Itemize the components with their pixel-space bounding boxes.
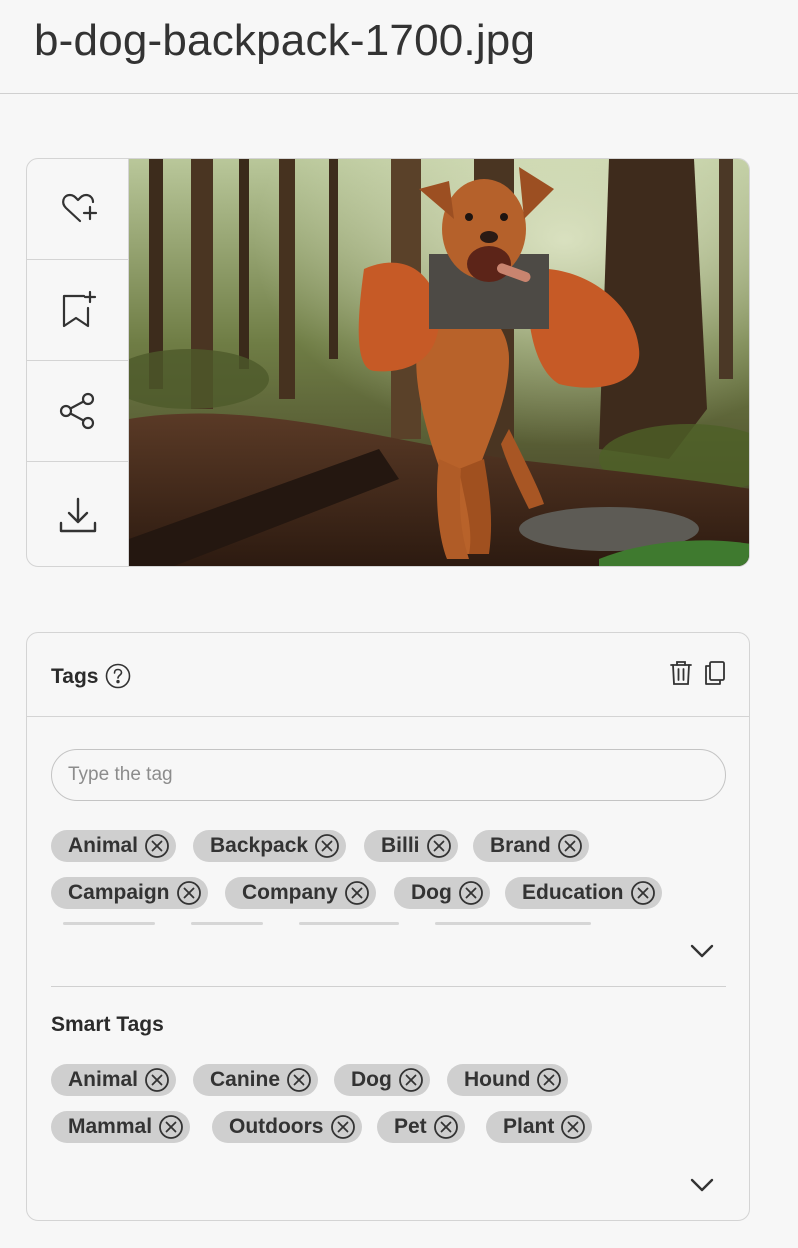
asset-image (129, 159, 749, 566)
tag-chip[interactable]: Billi (364, 830, 458, 862)
remove-tag-close-icon[interactable] (426, 833, 452, 859)
tag-chip[interactable]: Education (505, 877, 662, 909)
tag-chip[interactable]: Backpack (193, 830, 347, 862)
tag-chip[interactable]: Company (225, 877, 376, 909)
file-title: b-dog-backpack-1700.jpg (34, 16, 536, 65)
tag-chip-label: Education (522, 881, 624, 904)
smart-tag-chip[interactable]: Hound (447, 1064, 569, 1096)
smart-tag-chip[interactable]: Pet (377, 1111, 465, 1143)
tags-panel: Tags Animal Backpack Billi Brand Campaign Com… (26, 632, 750, 1221)
tag-chip-label: Dog (411, 881, 452, 904)
tag-chip-label: Campaign (68, 881, 170, 904)
trash-icon[interactable] (668, 659, 694, 687)
tag-chip[interactable]: Animal (51, 830, 177, 862)
heart-plus-icon (62, 193, 98, 223)
smart-tag-chip[interactable]: Dog (334, 1064, 430, 1096)
action-rail (27, 159, 129, 566)
tag-chip-partial (63, 922, 155, 925)
remove-smart-tag-close-icon[interactable] (433, 1114, 459, 1140)
expand-smart-tags-chevron-down-icon[interactable] (689, 1176, 715, 1194)
tag-chip-partial (191, 922, 263, 925)
download-button[interactable] (27, 462, 129, 566)
smart-tag-chip[interactable]: Animal (51, 1064, 177, 1096)
favorite-button[interactable] (27, 159, 129, 260)
tag-chip-label: Billi (381, 834, 420, 857)
smart-tag-chip[interactable]: Canine (193, 1064, 319, 1096)
help-icon[interactable] (105, 663, 131, 689)
smart-tag-chip-label: Dog (351, 1068, 392, 1091)
add-to-collection-button[interactable] (27, 260, 129, 361)
smart-tag-chip-label: Pet (394, 1115, 427, 1138)
tag-chip-partial (435, 922, 591, 925)
remove-tag-close-icon[interactable] (314, 833, 340, 859)
tag-chip-label: Backpack (210, 834, 309, 857)
remove-smart-tag-close-icon[interactable] (330, 1114, 356, 1140)
remove-tag-close-icon[interactable] (176, 880, 202, 906)
smart-tag-chip-label: Plant (503, 1115, 555, 1138)
smart-tag-chip-label: Canine (210, 1068, 281, 1091)
dog-photo-image (129, 159, 749, 566)
smart-tag-chip-label: Animal (68, 1068, 139, 1091)
remove-tag-close-icon[interactable] (144, 833, 170, 859)
expand-tags-chevron-down-icon[interactable] (689, 942, 715, 960)
header: b-dog-backpack-1700.jpg (0, 0, 798, 94)
share-icon (59, 392, 95, 430)
tag-chip-label: Animal (68, 834, 139, 857)
tag-chip[interactable]: Campaign (51, 877, 208, 909)
smart-tag-chip[interactable]: Outdoors (212, 1111, 362, 1143)
remove-smart-tag-close-icon[interactable] (158, 1114, 184, 1140)
smart-tag-chip-label: Mammal (68, 1115, 153, 1138)
bookmark-plus-icon (62, 290, 97, 328)
remove-tag-close-icon[interactable] (344, 880, 370, 906)
smart-tags-title: Smart Tags (51, 1013, 164, 1036)
remove-smart-tag-close-icon[interactable] (286, 1067, 312, 1093)
tag-chip-label: Brand (490, 834, 551, 857)
remove-smart-tag-close-icon[interactable] (398, 1067, 424, 1093)
section-divider (51, 986, 726, 987)
remove-tag-close-icon[interactable] (557, 833, 583, 859)
remove-tag-close-icon[interactable] (458, 880, 484, 906)
tag-chip[interactable]: Brand (473, 830, 589, 862)
tag-input[interactable] (51, 749, 726, 801)
asset-preview-card (26, 158, 750, 567)
copy-icon[interactable] (702, 659, 728, 687)
tags-title: Tags (51, 665, 99, 688)
remove-smart-tag-close-icon[interactable] (536, 1067, 562, 1093)
tags-panel-header: Tags (27, 633, 749, 717)
smart-tag-chip[interactable]: Plant (486, 1111, 593, 1143)
smart-tag-chip-label: Outdoors (229, 1115, 324, 1138)
download-icon (59, 497, 97, 533)
remove-smart-tag-close-icon[interactable] (144, 1067, 170, 1093)
remove-tag-close-icon[interactable] (630, 880, 656, 906)
smart-tag-chip[interactable]: Mammal (51, 1111, 191, 1143)
tag-chip-label: Company (242, 881, 338, 904)
tag-chip[interactable]: Dog (394, 877, 490, 909)
share-button[interactable] (27, 361, 129, 462)
smart-tag-chip-label: Hound (464, 1068, 531, 1091)
remove-smart-tag-close-icon[interactable] (560, 1114, 586, 1140)
tag-chip-partial (299, 922, 399, 925)
